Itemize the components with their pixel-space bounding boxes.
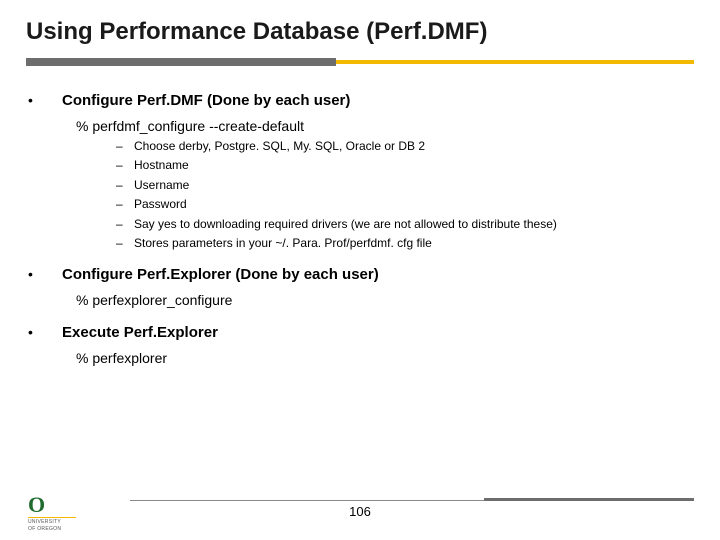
sub-item: –Hostname	[116, 157, 694, 174]
footer-rule-accent	[484, 498, 694, 501]
dash-icon: –	[116, 177, 134, 194]
section-heading: Execute Perf.Explorer	[62, 322, 218, 344]
dash-icon: –	[116, 138, 134, 155]
dash-icon: –	[116, 157, 134, 174]
bullet-dot-icon: •	[26, 322, 62, 344]
bullet-dot-icon: •	[26, 90, 62, 112]
content: • Configure Perf.DMF (Done by each user)…	[26, 90, 694, 368]
title-rule	[26, 60, 694, 68]
sub-item-text: Hostname	[134, 157, 189, 174]
sub-item-text: Choose derby, Postgre. SQL, My. SQL, Ora…	[134, 138, 425, 155]
dash-icon: –	[116, 196, 134, 213]
slide-title: Using Performance Database (Perf.DMF)	[26, 18, 694, 46]
sub-item: –Stores parameters in your ~/. Para. Pro…	[116, 235, 694, 252]
dash-icon: –	[116, 216, 134, 233]
rule-grey	[26, 58, 336, 66]
sub-item-text: Password	[134, 196, 187, 213]
section-heading: Configure Perf.Explorer (Done by each us…	[62, 264, 379, 286]
sub-item-text: Stores parameters in your ~/. Para. Prof…	[134, 235, 432, 252]
bullet-dot-icon: •	[26, 264, 62, 286]
dash-icon: –	[116, 235, 134, 252]
sub-item: –Password	[116, 196, 694, 213]
sub-item-text: Username	[134, 177, 189, 194]
command-line: % perfexplorer_configure	[76, 290, 694, 310]
section-heading: Configure Perf.DMF (Done by each user)	[62, 90, 350, 112]
sub-item: –Choose derby, Postgre. SQL, My. SQL, Or…	[116, 138, 694, 155]
command-line: % perfexplorer	[76, 348, 694, 368]
bullet-item: • Configure Perf.DMF (Done by each user)	[26, 90, 694, 112]
sub-item: –Username	[116, 177, 694, 194]
command-line: % perfdmf_configure --create-default	[76, 116, 694, 136]
sub-item-text: Say yes to downloading required drivers …	[134, 216, 557, 233]
footer: 106	[0, 490, 720, 530]
page-number: 106	[0, 504, 720, 519]
slide: Using Performance Database (Perf.DMF) • …	[0, 0, 720, 540]
sub-item: –Say yes to downloading required drivers…	[116, 216, 694, 233]
bullet-item: • Configure Perf.Explorer (Done by each …	[26, 264, 694, 286]
bullet-item: • Execute Perf.Explorer	[26, 322, 694, 344]
